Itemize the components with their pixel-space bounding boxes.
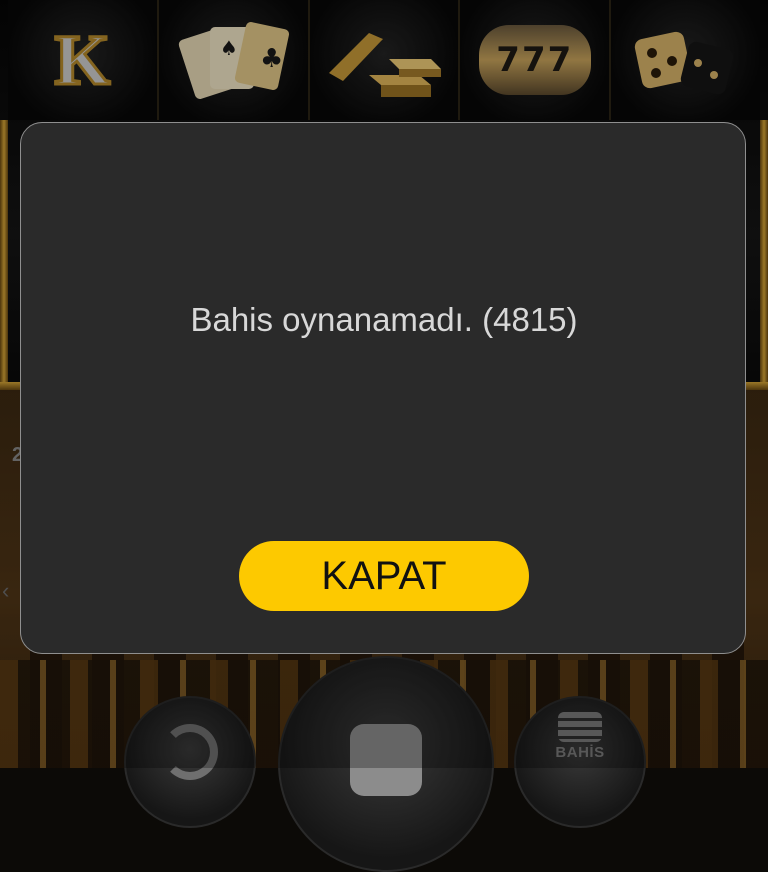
close-button[interactable]: KAPAT [239, 541, 529, 611]
error-dialog: Bahis oynanamadı. (4815) KAPAT [20, 122, 746, 654]
error-message: Bahis oynanamadı. (4815) [190, 301, 578, 338]
